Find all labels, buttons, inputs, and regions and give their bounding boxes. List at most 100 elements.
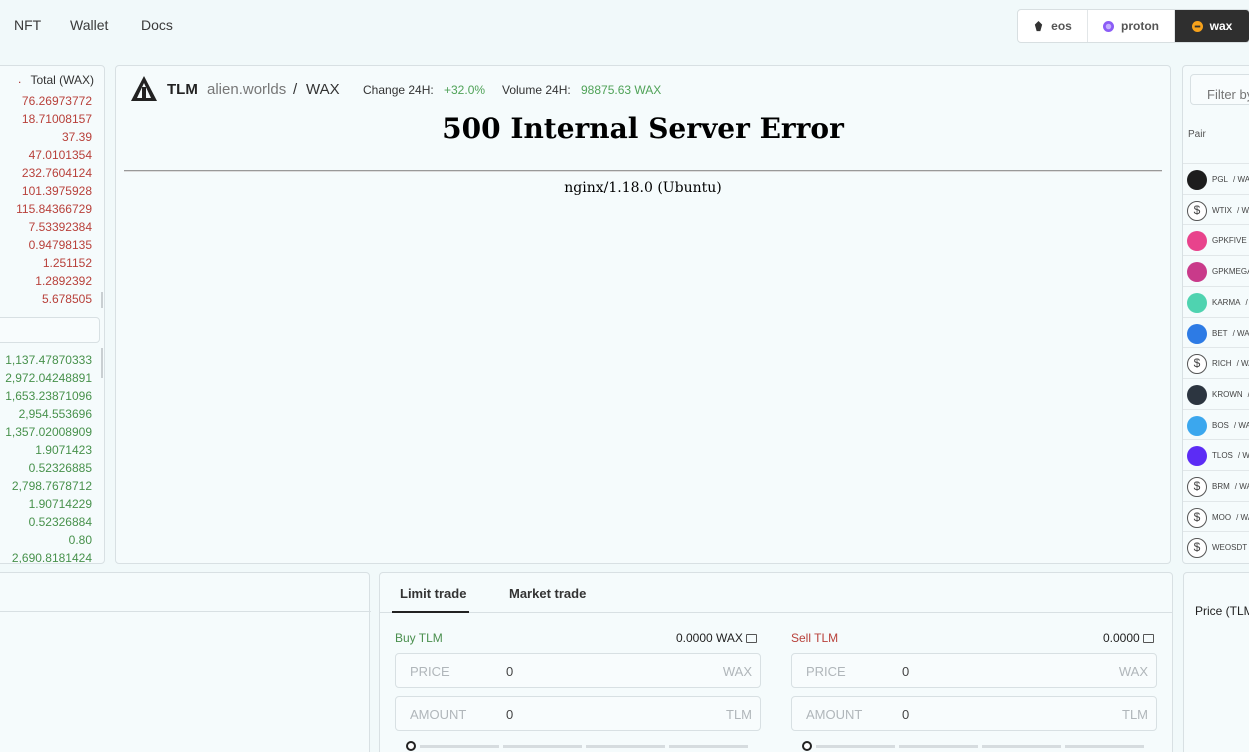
orderbook-buy-total[interactable]: 2,972.04248891 <box>0 371 92 385</box>
orderbook-sell-total[interactable]: 7.53392384 <box>0 220 92 234</box>
market-row-moo[interactable]: $ MOO / WAX <box>1183 500 1249 532</box>
orderbook-buy-total[interactable]: 2,954.553696 <box>0 407 92 421</box>
orderbook-sell-scrollbar[interactable] <box>101 292 103 308</box>
market-pair-label: KARMA / WAX <box>1212 298 1249 307</box>
orderbook-sell-total[interactable]: 115.84366729 <box>0 202 92 216</box>
active-tab-indicator <box>392 611 469 613</box>
markets-panel: Pair PGL/ WAX$WTIX/ WAXGPKFIVE/ WAXGPKME… <box>1182 65 1249 564</box>
orderbook-sell-total[interactable]: 47.0101354 <box>0 148 92 162</box>
alien-worlds-logo-icon <box>131 76 157 101</box>
field-value: 0 <box>506 707 514 722</box>
token-wtix-icon: $ <box>1187 200 1207 221</box>
token-bos-icon <box>1187 415 1207 436</box>
orderbook-sell-total[interactable]: 1.2892392 <box>0 274 92 288</box>
market-row-krown[interactable]: KROWN/ WAX <box>1183 377 1249 409</box>
nav-link-nft[interactable]: NFT <box>14 17 41 33</box>
slider-knob[interactable] <box>406 741 416 751</box>
market-symbol: GPKMEGA <box>1212 267 1249 277</box>
sell-amount-slider[interactable] <box>802 741 1152 751</box>
price-column-header: Price (TLM) <box>1195 604 1249 618</box>
orderbook-sell-total[interactable]: 1.251152 <box>0 256 92 270</box>
orderbook-sell-total[interactable]: 5.678505 <box>0 292 92 306</box>
orderbook-sell-total[interactable]: 37.39 <box>0 130 92 144</box>
market-pair-label: BOS / WAX <box>1212 421 1249 430</box>
tab-limit-trade[interactable]: Limit trade <box>400 586 466 601</box>
market-row-brm[interactable]: $ BRM / WAX <box>1183 470 1249 501</box>
sell-amount-input[interactable]: AMOUNT 0 TLM <box>791 696 1157 731</box>
market-row-rich[interactable]: $ RICH / WAX <box>1183 347 1249 378</box>
buy-balance[interactable]: 0.0000 WAX <box>676 631 757 645</box>
orderbook-buy-total[interactable]: 1,137.47870333 <box>0 353 92 367</box>
buy-amount-slider[interactable] <box>406 741 756 751</box>
market-row-tlos[interactable]: TLOS / WAX <box>1183 439 1249 470</box>
market-quote: / WAX <box>1233 420 1249 430</box>
market-pair-label: KROWN/ WAX <box>1212 390 1249 399</box>
wax-icon <box>1191 20 1203 32</box>
orderbook-buy-total[interactable]: 0.52326884 <box>0 515 92 529</box>
field-unit: WAX <box>722 664 752 679</box>
orderbook-sell-total[interactable]: 232.7604124 <box>0 166 92 180</box>
orderbook-buy-total[interactable]: 2,690.8181424 <box>0 551 92 563</box>
orderbook-buy-total[interactable]: 1.90714229 <box>0 497 92 511</box>
market-symbol: TLOS <box>1212 451 1233 461</box>
market-filter-input[interactable] <box>1190 74 1249 105</box>
orderbook-buy-scrollbar[interactable] <box>101 348 103 378</box>
field-value: 0 <box>902 707 910 722</box>
chain-eos-button[interactable]: eos <box>1018 10 1088 42</box>
chain-proton-button[interactable]: proton <box>1088 10 1175 42</box>
sell-balance[interactable]: 0.0000 <box>1103 631 1154 645</box>
market-row-bos[interactable]: BOS / WAX <box>1183 408 1249 440</box>
orderbook-sell-total[interactable]: 0.94798135 <box>0 238 92 252</box>
token-gpkfive-icon <box>1187 231 1207 252</box>
market-row-wtix[interactable]: $ WTIX / WAX <box>1183 193 1249 225</box>
tab-market-trade[interactable]: Market trade <box>509 586 586 601</box>
buy-price-input[interactable]: PRICE 0 WAX <box>395 653 761 688</box>
market-symbol: WEOSDT <box>1212 543 1248 553</box>
buy-amount-input[interactable]: AMOUNT 0 TLM <box>395 696 761 731</box>
slider-segment <box>816 745 895 748</box>
orderbook-buy-total[interactable]: 1,357.02008909 <box>0 425 92 439</box>
slider-segment <box>420 745 499 748</box>
market-row-karma[interactable]: KARMA / WAX <box>1183 285 1249 317</box>
orderbook-sell-total[interactable]: 76.26973772 <box>0 94 92 108</box>
orderbook-panel: . Total (WAX) 76.26973772 18.71008157 37.3… <box>0 65 105 564</box>
pair-symbol: TLM <box>167 81 198 98</box>
market-row-weosdt[interactable]: $ WEOSDT/ WAX <box>1183 531 1249 562</box>
orderbook-buy-total[interactable]: 1.9071423 <box>0 443 92 457</box>
pair-contract[interactable]: alien.worlds <box>207 81 286 98</box>
orderbook-column-dot: . <box>18 72 22 86</box>
orderbook-buy-total[interactable]: 0.52326885 <box>0 461 92 475</box>
market-pair-label: BET / WAX <box>1212 329 1249 338</box>
change-24h-label: Change 24H: <box>363 83 434 97</box>
sell-price-input[interactable]: PRICE 0 WAX <box>791 653 1157 688</box>
error-title: 500 Internal Server Error <box>442 112 844 145</box>
market-row-pgl[interactable]: PGL / WAX <box>1183 163 1249 194</box>
field-label: AMOUNT <box>806 707 863 722</box>
error-server-version: nginx/1.18.0 (Ubuntu) <box>564 180 722 196</box>
trade-panel: Limit trade Market trade Buy TLM 0.0000 … <box>379 572 1173 752</box>
market-row-gpkfive[interactable]: GPKFIVE/ WAX <box>1183 224 1249 255</box>
field-label: AMOUNT <box>410 707 467 722</box>
market-symbol: RICH <box>1212 359 1232 369</box>
slider-knob[interactable] <box>802 741 812 751</box>
orderbook-buy-total[interactable]: 0.80 <box>0 533 92 547</box>
orderbook-sell-total[interactable]: 101.3975928 <box>0 184 92 198</box>
chart-panel: TLM alien.worlds / WAX Change 24H: +32.0… <box>115 65 1171 564</box>
token-moo-icon: $ <box>1187 507 1207 528</box>
chain-wax-button[interactable]: wax <box>1175 10 1249 42</box>
nav-link-docs[interactable]: Docs <box>141 17 173 33</box>
market-symbol: GPKFIVE <box>1212 236 1247 246</box>
orderbook-sell-total[interactable]: 18.71008157 <box>0 112 92 126</box>
orderbook-spread-box <box>0 317 100 343</box>
market-row-gpkmega[interactable]: GPKMEGA/ WAX <box>1183 255 1249 286</box>
market-symbol: BOS <box>1212 420 1229 430</box>
pair-quote: WAX <box>306 81 340 98</box>
market-row-bet[interactable]: BET / WAX <box>1183 316 1249 348</box>
pair-column-header[interactable]: Pair <box>1188 129 1206 140</box>
token-rich-icon: $ <box>1187 354 1207 375</box>
orderbook-buy-total[interactable]: 2,798.7678712 <box>0 479 92 493</box>
field-label: PRICE <box>410 664 450 679</box>
pair-separator: / <box>293 81 298 98</box>
orderbook-buy-total[interactable]: 1,653.23871096 <box>0 389 92 403</box>
nav-link-wallet[interactable]: Wallet <box>70 17 108 33</box>
